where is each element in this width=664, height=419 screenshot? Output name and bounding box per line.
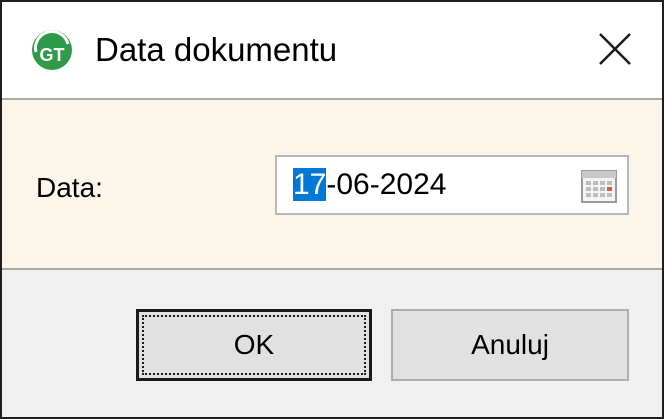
close-button[interactable]	[584, 20, 646, 78]
close-icon	[599, 33, 631, 65]
svg-text:GT: GT	[40, 45, 65, 65]
form-panel: Data: 17-06-2024	[2, 100, 662, 270]
gt-app-icon: GT	[32, 30, 72, 70]
date-day-selection: 17	[293, 168, 327, 201]
calendar-icon[interactable]	[581, 170, 617, 203]
cancel-button[interactable]: Anuluj	[391, 309, 629, 381]
title-bar[interactable]: GT Data dokumentu	[2, 2, 662, 100]
date-value: 17-06-2024	[293, 168, 446, 202]
ok-button[interactable]: OK	[136, 309, 372, 381]
date-label: Data:	[36, 172, 103, 203]
date-input[interactable]: 17-06-2024	[275, 155, 629, 215]
dialog-window: GT Data dokumentu Data: 17-06-2024 OK An…	[0, 0, 664, 419]
window-title: Data dokumentu	[95, 31, 338, 68]
date-remainder: -06-2024	[326, 168, 447, 201]
